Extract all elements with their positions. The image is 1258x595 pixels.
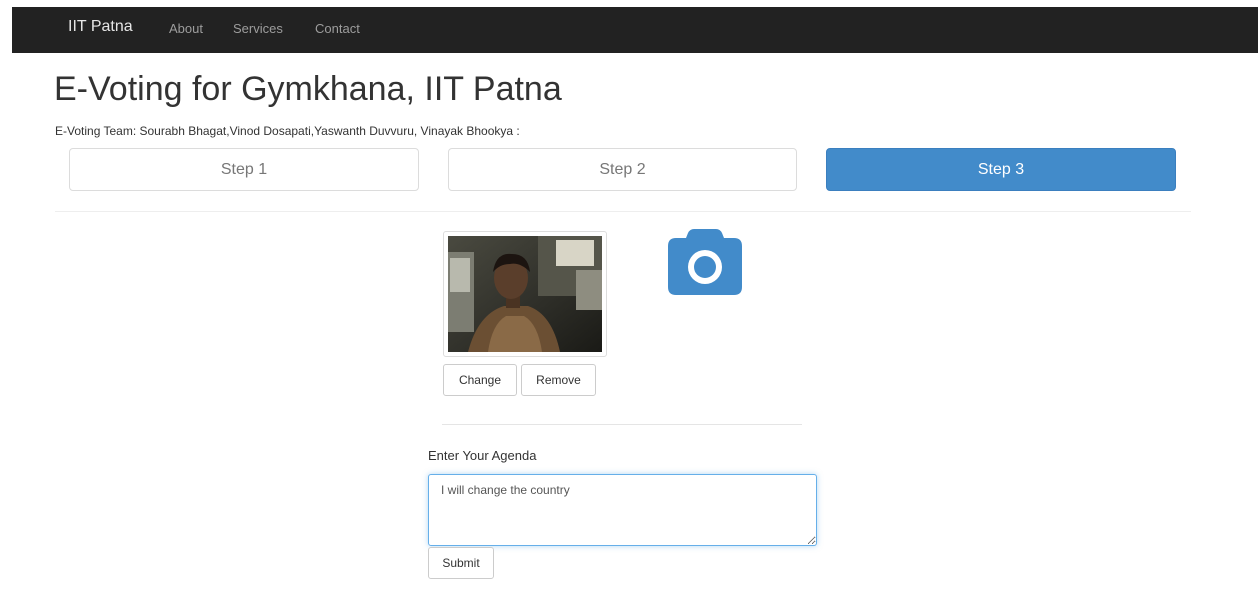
nav-link-contact[interactable]: Contact (315, 21, 360, 36)
change-photo-button[interactable]: Change (443, 364, 517, 396)
team-credits: E-Voting Team: Sourabh Bhagat,Vinod Dosa… (55, 124, 520, 138)
camera-icon[interactable] (668, 229, 742, 295)
remove-photo-button[interactable]: Remove (521, 364, 596, 396)
photo-divider (442, 424, 802, 425)
user-photo (448, 236, 602, 352)
section-divider (55, 211, 1191, 212)
top-navbar: IIT Patna About Services Contact (12, 7, 1258, 53)
step-3-tab[interactable]: Step 3 (826, 148, 1176, 191)
page-title: E-Voting for Gymkhana, IIT Patna (54, 70, 562, 108)
agenda-textarea[interactable]: I will change the country (428, 474, 817, 546)
agenda-label: Enter Your Agenda (428, 448, 537, 463)
submit-button[interactable]: Submit (428, 547, 494, 579)
step-1-tab[interactable]: Step 1 (69, 148, 419, 191)
nav-link-services[interactable]: Services (233, 21, 283, 36)
nav-link-about[interactable]: About (169, 21, 203, 36)
webcam-photo-image (448, 236, 602, 352)
photo-thumbnail (443, 231, 607, 357)
step-2-tab[interactable]: Step 2 (448, 148, 797, 191)
brand-link[interactable]: IIT Patna (68, 18, 133, 36)
